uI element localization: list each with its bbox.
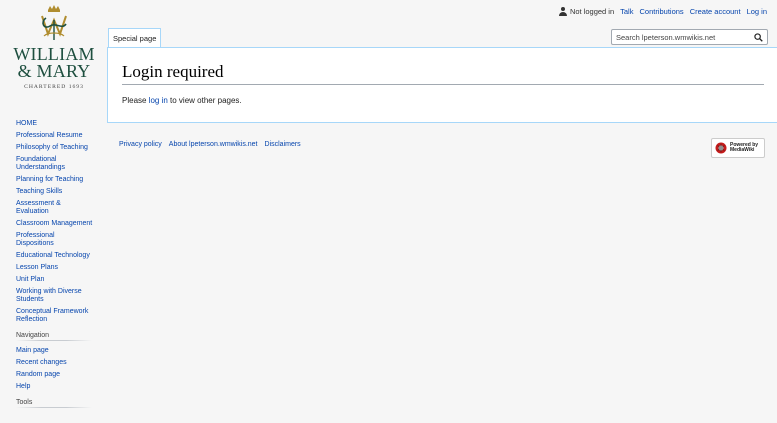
sidebar-item-conceptual-framework-reflection[interactable]: Conceptual Framework Reflection (16, 308, 96, 324)
message-suffix: to view other pages. (167, 96, 242, 105)
sidebar-item-professional-resume[interactable]: Professional Resume (16, 132, 101, 140)
footer-links: Privacy policy About lpeterson.wmwikis.n… (119, 141, 301, 148)
not-logged-in-status: Not logged in (558, 7, 615, 16)
main-content: Login required Please log in to view oth… (107, 47, 777, 123)
page-title: Login required (122, 62, 764, 85)
sidebar-item-main-page[interactable]: Main page (16, 347, 101, 355)
navigation-heading: Navigation (16, 332, 92, 341)
sidebar-item-planning-for-teaching[interactable]: Planning for Teaching (16, 176, 101, 184)
search-input[interactable] (616, 32, 751, 42)
sidebar-item-professional-dispositions[interactable]: Professional Dispositions (16, 232, 66, 248)
privacy-policy-link[interactable]: Privacy policy (119, 141, 162, 148)
create-account-link[interactable]: Create account (690, 7, 741, 16)
sidebar: HOME Professional Resume Philosophy of T… (16, 120, 101, 414)
personal-tools: Not logged in Talk Contributions Create … (558, 7, 767, 16)
disclaimers-link[interactable]: Disclaimers (265, 141, 301, 148)
sidebar-item-recent-changes[interactable]: Recent changes (16, 359, 101, 367)
log-in-link[interactable]: Log in (747, 7, 767, 16)
sidebar-item-help[interactable]: Help (16, 383, 101, 391)
logo-subtitle: CHARTERED 1693 (24, 84, 84, 90)
user-icon (558, 7, 567, 16)
sidebar-item-lesson-plans[interactable]: Lesson Plans (16, 264, 101, 272)
sidebar-item-educational-technology[interactable]: Educational Technology (16, 252, 101, 260)
sidebar-item-foundational-understandings[interactable]: Foundational Understandings (16, 156, 76, 172)
sidebar-item-unit-plan[interactable]: Unit Plan (16, 276, 101, 284)
tools-heading[interactable]: Tools (16, 399, 92, 408)
login-message: Please log in to view other pages. (122, 96, 242, 105)
talk-link[interactable]: Talk (620, 7, 633, 16)
sidebar-item-random-page[interactable]: Random page (16, 371, 101, 379)
mediawiki-label: MediaWiki (730, 147, 755, 153)
about-link[interactable]: About lpeterson.wmwikis.net (169, 141, 258, 148)
logo-text-line2: & MARY (17, 61, 91, 81)
sidebar-item-classroom-management[interactable]: Classroom Management (16, 220, 101, 228)
cipher-crest-icon (41, 5, 67, 40)
message-prefix: Please (122, 96, 149, 105)
search-icon[interactable] (754, 33, 763, 42)
sidebar-item-teaching-skills[interactable]: Teaching Skills (16, 188, 101, 196)
search-box (611, 29, 768, 45)
sidebar-item-working-with-diverse-students[interactable]: Working with Diverse Students (16, 288, 91, 304)
mediawiki-logo-icon (715, 142, 727, 154)
contributions-link[interactable]: Contributions (639, 7, 683, 16)
sidebar-item-home[interactable]: HOME (16, 120, 101, 128)
tab-special-page[interactable]: Special page (108, 28, 162, 48)
log-in-inline-link[interactable]: log in (149, 96, 168, 105)
not-logged-in-label: Not logged in (569, 7, 615, 16)
sidebar-item-philosophy-of-teaching[interactable]: Philosophy of Teaching (16, 144, 101, 152)
sidebar-item-assessment-evaluation[interactable]: Assessment & Evaluation (16, 200, 71, 216)
powered-by-mediawiki-badge[interactable]: Powered by MediaWiki (711, 138, 765, 158)
site-logo[interactable]: WILLIAM & MARY CHARTERED 1693 (12, 4, 96, 96)
